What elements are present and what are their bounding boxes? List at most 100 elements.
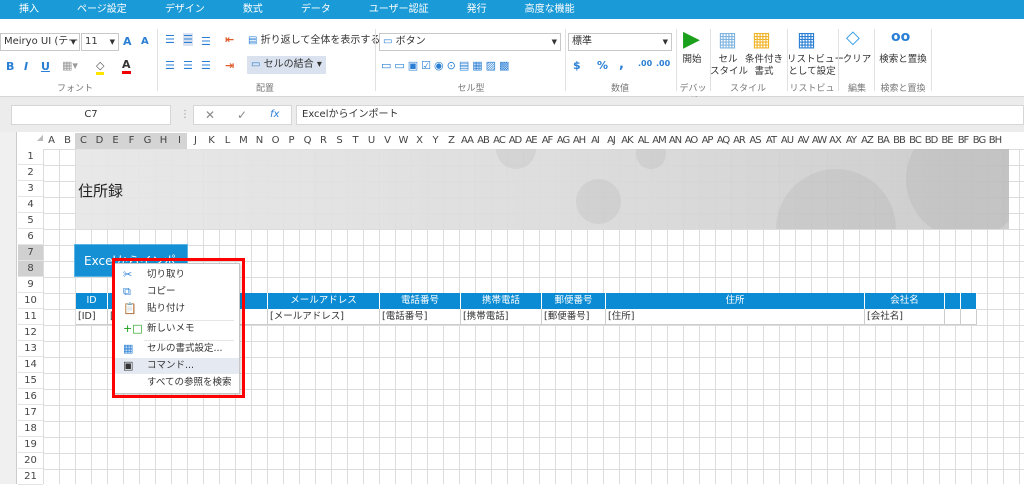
row-header[interactable]: 12 <box>18 325 43 341</box>
tab-insert[interactable]: 挿入 <box>0 0 58 19</box>
column-header[interactable]: G <box>139 133 155 149</box>
align-left-icon[interactable]: ☰ <box>165 59 175 72</box>
column-header[interactable]: BH <box>987 133 1003 149</box>
column-header[interactable]: N <box>251 133 267 149</box>
table-header-cell[interactable]: 携帯電話 <box>461 293 542 309</box>
table-cell[interactable]: [会社名] <box>865 309 945 325</box>
table-cell[interactable] <box>945 309 961 325</box>
insert-function-button[interactable]: fx <box>270 106 279 124</box>
listview-icon[interactable]: ▦ <box>797 27 816 51</box>
column-header[interactable]: AW <box>811 133 827 149</box>
row-header[interactable]: 14 <box>18 357 43 373</box>
column-header[interactable]: AO <box>683 133 699 149</box>
cell-style-icon[interactable]: ▦ <box>718 27 737 51</box>
row-header[interactable]: 4 <box>18 197 43 213</box>
column-header[interactable]: U <box>363 133 379 149</box>
set-listview-button[interactable]: リストビュー として設定 <box>787 54 844 78</box>
column-header[interactable]: AF <box>539 133 555 149</box>
table-header-cell[interactable]: メールアドレス <box>268 293 380 309</box>
column-header[interactable]: AN <box>667 133 683 149</box>
fill-color-icon[interactable]: ◇ <box>96 59 105 75</box>
column-header[interactable]: K <box>203 133 219 149</box>
column-header[interactable]: AJ <box>603 133 619 149</box>
conditional-format-icon[interactable]: ▦ <box>752 27 771 51</box>
name-box[interactable]: C7 <box>11 105 171 125</box>
row-header[interactable]: 10 <box>18 293 43 309</box>
cell-style-button[interactable]: セル スタイル <box>710 54 748 78</box>
font-color-button[interactable]: A <box>122 58 131 74</box>
align-right-icon[interactable]: ☰ <box>201 59 211 72</box>
tab-data[interactable]: データ <box>282 0 350 19</box>
column-header[interactable]: AL <box>635 133 651 149</box>
column-header[interactable]: I <box>171 133 187 149</box>
underline-button[interactable]: U <box>41 60 50 73</box>
row-header[interactable]: 6 <box>18 229 43 245</box>
column-header[interactable]: AC <box>491 133 507 149</box>
table-header-cell[interactable] <box>961 293 977 309</box>
tab-publish[interactable]: 発行 <box>448 0 506 19</box>
align-center-icon[interactable]: ☰ <box>183 59 193 72</box>
column-header[interactable]: E <box>107 133 123 149</box>
column-header[interactable]: X <box>411 133 427 149</box>
column-header[interactable]: B <box>59 133 75 149</box>
row-header[interactable]: 21 <box>18 469 43 485</box>
grow-font-button[interactable]: A <box>123 35 132 48</box>
column-header[interactable]: H <box>155 133 171 149</box>
column-header[interactable]: BD <box>923 133 939 149</box>
eraser-icon[interactable]: ◇ <box>846 27 860 48</box>
clear-button[interactable]: クリア <box>840 54 874 66</box>
start-button[interactable]: 開始 <box>677 54 707 66</box>
row-header[interactable]: 16 <box>18 389 43 405</box>
font-size-select[interactable]: 11 ▼ <box>81 33 119 51</box>
column-header[interactable]: Q <box>299 133 315 149</box>
tab-formulas[interactable]: 数式 <box>224 0 282 19</box>
column-header[interactable]: AK <box>619 133 635 149</box>
increase-decimal-icon[interactable]: .00 <box>638 59 652 68</box>
column-header[interactable]: AY <box>843 133 859 149</box>
row-header[interactable]: 11 <box>18 309 43 325</box>
table-header-cell[interactable]: 住所 <box>606 293 865 309</box>
merge-cells-button[interactable]: ▭ セルの結合 ▾ <box>247 56 326 74</box>
indent-icon[interactable]: ⇤ <box>225 33 234 46</box>
row-header[interactable]: 19 <box>18 437 43 453</box>
table-cell[interactable] <box>961 309 977 325</box>
select-all-button[interactable]: ◢ <box>18 133 43 149</box>
column-header[interactable]: O <box>267 133 283 149</box>
column-header[interactable]: D <box>91 133 107 149</box>
row-header[interactable]: 15 <box>18 373 43 389</box>
column-header[interactable]: Y <box>427 133 443 149</box>
column-header[interactable]: T <box>347 133 363 149</box>
column-header[interactable]: AD <box>507 133 523 149</box>
table-cell[interactable]: [電話番号] <box>380 309 461 325</box>
cell-type-icons[interactable]: ▭▭▣☑◉⊙▤▦▨▩ <box>381 59 512 72</box>
conditional-format-button[interactable]: 条件付き 書式 <box>744 54 784 78</box>
column-header[interactable]: AP <box>699 133 715 149</box>
column-header[interactable]: AM <box>651 133 667 149</box>
tab-user-auth[interactable]: ユーザー認証 <box>350 0 448 19</box>
table-cell[interactable]: [ID] <box>76 309 108 325</box>
column-header[interactable]: BE <box>939 133 955 149</box>
column-header[interactable]: Z <box>443 133 459 149</box>
decrease-decimal-icon[interactable]: .00 <box>656 59 670 68</box>
table-cell[interactable]: [メールアドレス] <box>268 309 380 325</box>
column-header[interactable]: AQ <box>715 133 731 149</box>
align-top-icon[interactable]: ☰ <box>165 33 175 46</box>
cell-type-select[interactable]: ▭ ボタン ▼ <box>379 33 561 51</box>
column-header[interactable]: R <box>315 133 331 149</box>
shrink-font-button[interactable]: A <box>141 36 149 47</box>
currency-button[interactable]: $ <box>573 59 581 72</box>
column-header[interactable]: BF <box>955 133 971 149</box>
row-header[interactable]: 18 <box>18 421 43 437</box>
tab-advanced[interactable]: 高度な機能 <box>506 0 594 19</box>
column-header[interactable]: AT <box>763 133 779 149</box>
table-header-cell[interactable]: 会社名 <box>865 293 945 309</box>
row-header[interactable]: 13 <box>18 341 43 357</box>
table-cell[interactable]: [携帯電話] <box>461 309 542 325</box>
table-cell[interactable]: [郵便番号] <box>542 309 606 325</box>
comma-button[interactable]: , <box>619 57 624 72</box>
row-header[interactable]: 3 <box>18 181 43 197</box>
column-header[interactable]: J <box>187 133 203 149</box>
formula-input[interactable]: Excelからインポート <box>296 105 1024 125</box>
column-header[interactable]: AR <box>731 133 747 149</box>
row-header[interactable]: 8 <box>18 261 43 277</box>
